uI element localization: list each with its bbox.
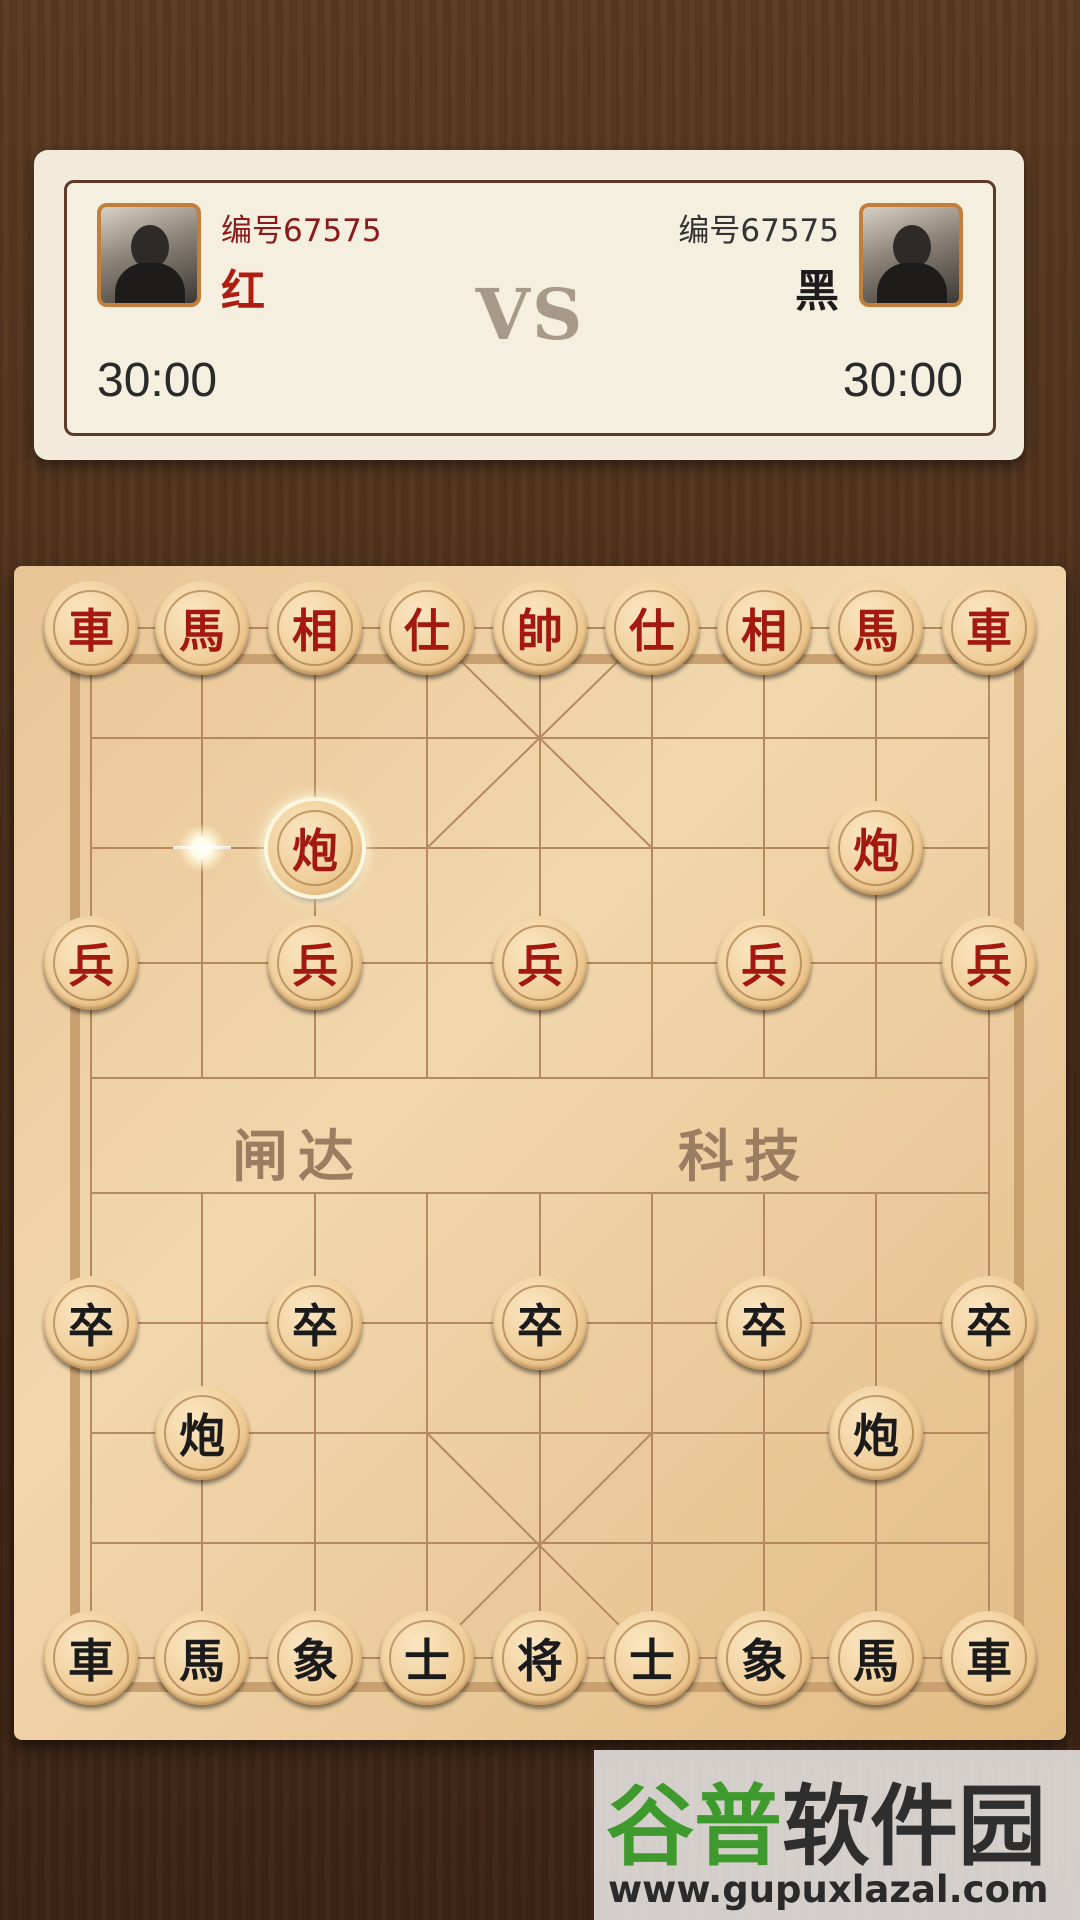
red-soldier-0[interactable]: 兵 <box>44 916 138 1010</box>
black-piece-back-3-label: 士 <box>404 1634 450 1688</box>
black-soldier-0[interactable]: 卒 <box>44 1276 138 1370</box>
red-cannon-right[interactable]: 炮 <box>829 801 923 895</box>
black-soldier-0-label: 卒 <box>68 1299 114 1353</box>
black-soldier-1-label: 卒 <box>292 1299 338 1353</box>
black-piece-back-6-label: 象 <box>741 1634 787 1688</box>
board-grid-lines <box>90 627 990 1659</box>
black-soldier-3-label: 卒 <box>741 1299 787 1353</box>
red-piece-back-8-label: 車 <box>966 604 1012 658</box>
watermark-title: 谷普软件园 <box>606 1756 1046 1883</box>
black-piece-back-1[interactable]: 馬 <box>155 1611 249 1705</box>
black-piece-back-5-label: 士 <box>629 1634 675 1688</box>
black-soldier-2-label: 卒 <box>517 1299 563 1353</box>
black-piece-back-1-label: 馬 <box>179 1634 225 1688</box>
red-piece-back-0[interactable]: 車 <box>44 581 138 675</box>
black-piece-back-6[interactable]: 象 <box>717 1611 811 1705</box>
red-piece-back-4-label: 帥 <box>517 604 563 658</box>
black-soldier-4-label: 卒 <box>966 1299 1012 1353</box>
red-soldier-2[interactable]: 兵 <box>493 916 587 1010</box>
red-piece-back-3[interactable]: 仕 <box>380 581 474 675</box>
red-piece-back-4[interactable]: 帥 <box>493 581 587 675</box>
score-panel: 编号67575 红 30:00 VS 编号67575 黑 30:00 <box>34 150 1024 460</box>
black-timer: 30:00 <box>842 354 963 407</box>
river-text-left: 闸达 <box>232 1124 364 1190</box>
red-soldier-1-label: 兵 <box>292 939 338 993</box>
red-soldier-4-label: 兵 <box>966 939 1012 993</box>
red-piece-back-2[interactable]: 相 <box>268 581 362 675</box>
black-piece-back-0[interactable]: 車 <box>44 1611 138 1705</box>
black-piece-back-2-label: 象 <box>292 1634 338 1688</box>
red-player-avatar[interactable] <box>97 203 201 307</box>
vs-label: VS <box>475 273 585 356</box>
red-soldier-1[interactable]: 兵 <box>268 916 362 1010</box>
black-cannon-right[interactable]: 炮 <box>829 1386 923 1480</box>
red-timer: 30:00 <box>97 354 218 407</box>
watermark-title-dark: 软件园 <box>782 1775 1047 1878</box>
black-piece-back-5[interactable]: 士 <box>605 1611 699 1705</box>
red-piece-back-5[interactable]: 仕 <box>605 581 699 675</box>
site-watermark: 谷普软件园 www.gupuxlazal.com <box>594 1750 1080 1920</box>
black-player-id: 编号67575 <box>678 213 839 249</box>
black-soldier-4[interactable]: 卒 <box>942 1276 1036 1370</box>
red-piece-back-2-label: 相 <box>292 604 338 658</box>
red-piece-back-8[interactable]: 車 <box>942 581 1036 675</box>
red-piece-back-6[interactable]: 相 <box>717 581 811 675</box>
black-piece-back-7-label: 馬 <box>853 1634 899 1688</box>
red-piece-back-0-label: 車 <box>68 604 114 658</box>
red-soldier-3[interactable]: 兵 <box>717 916 811 1010</box>
red-cannon-right-label: 炮 <box>853 824 899 878</box>
red-player-id: 编号67575 <box>221 213 382 249</box>
red-piece-back-3-label: 仕 <box>404 604 450 658</box>
black-piece-back-4[interactable]: 将 <box>493 1611 587 1705</box>
black-side-label: 黑 <box>795 266 839 317</box>
chess-board[interactable]: 闸达 科技 車馬相仕帥仕相馬車炮炮兵兵兵兵兵卒卒卒卒卒炮炮車馬象士将士象馬車 <box>14 566 1066 1740</box>
red-piece-back-7[interactable]: 馬 <box>829 581 923 675</box>
move-target-dot[interactable] <box>173 825 231 871</box>
black-piece-back-0-label: 車 <box>68 1634 114 1688</box>
black-cannon-right-label: 炮 <box>853 1409 899 1463</box>
black-cannon-left-label: 炮 <box>179 1409 225 1463</box>
red-piece-back-6-label: 相 <box>741 604 787 658</box>
score-inner-frame: 编号67575 红 30:00 VS 编号67575 黑 30:00 <box>64 180 996 436</box>
black-piece-back-3[interactable]: 士 <box>380 1611 474 1705</box>
red-cannon-left[interactable]: 炮 <box>268 801 362 895</box>
red-piece-back-1-label: 馬 <box>179 604 225 658</box>
red-cannon-left-label: 炮 <box>292 824 338 878</box>
black-cannon-left[interactable]: 炮 <box>155 1386 249 1480</box>
black-piece-back-8-label: 車 <box>966 1634 1012 1688</box>
red-piece-back-1[interactable]: 馬 <box>155 581 249 675</box>
red-soldier-4[interactable]: 兵 <box>942 916 1036 1010</box>
red-piece-back-5-label: 仕 <box>629 604 675 658</box>
red-soldier-2-label: 兵 <box>517 939 563 993</box>
red-side-label: 红 <box>221 266 265 317</box>
black-piece-back-7[interactable]: 馬 <box>829 1611 923 1705</box>
black-soldier-3[interactable]: 卒 <box>717 1276 811 1370</box>
black-soldier-2[interactable]: 卒 <box>493 1276 587 1370</box>
watermark-url: www.gupuxlazal.com <box>608 1868 1049 1911</box>
black-soldier-1[interactable]: 卒 <box>268 1276 362 1370</box>
red-soldier-3-label: 兵 <box>741 939 787 993</box>
black-piece-back-8[interactable]: 車 <box>942 1611 1036 1705</box>
black-piece-back-4-label: 将 <box>517 1634 563 1688</box>
black-piece-back-2[interactable]: 象 <box>268 1611 362 1705</box>
river-text-right: 科技 <box>678 1124 810 1190</box>
black-player-avatar[interactable] <box>859 203 963 307</box>
red-piece-back-7-label: 馬 <box>853 604 899 658</box>
watermark-title-green: 谷普 <box>606 1775 783 1878</box>
red-soldier-0-label: 兵 <box>68 939 114 993</box>
